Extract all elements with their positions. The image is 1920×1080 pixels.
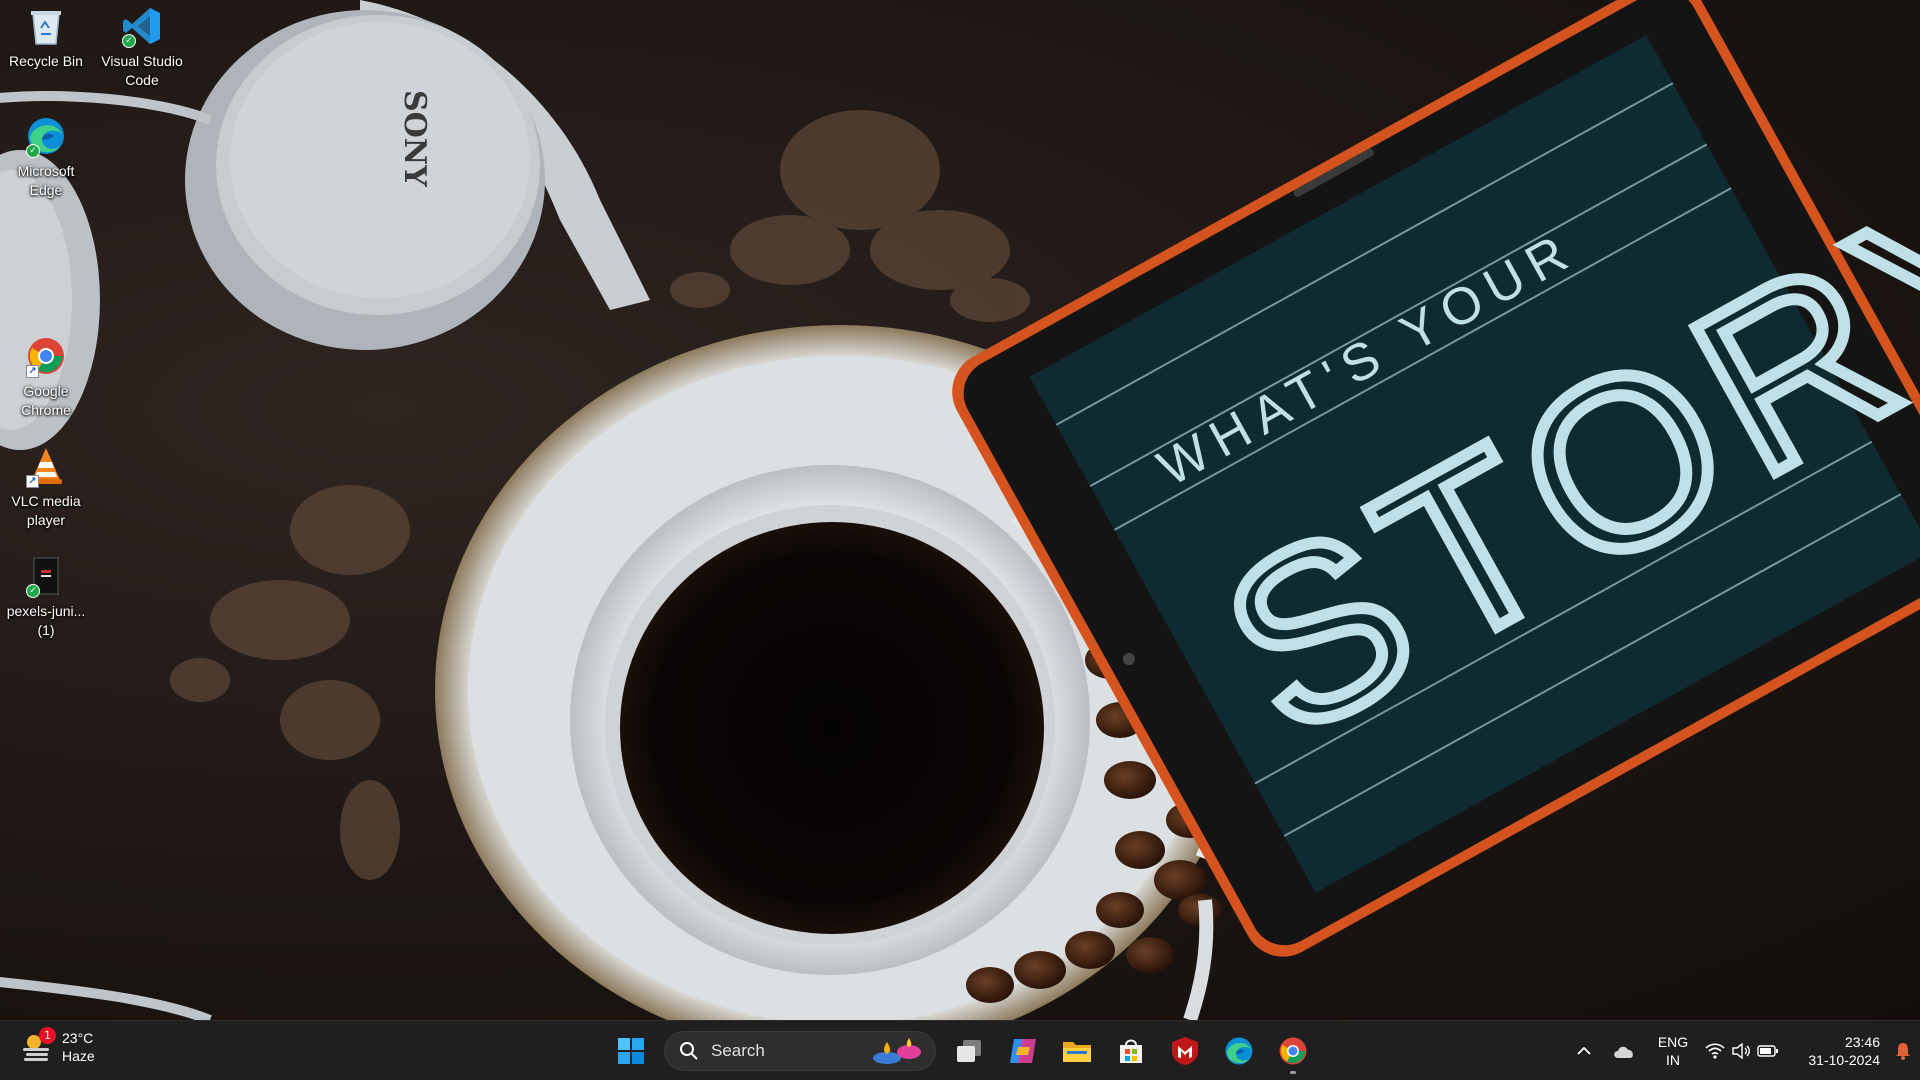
desktop-icon-recycle-bin[interactable]: Recycle Bin — [0, 4, 92, 71]
edge-icon — [1225, 1037, 1253, 1065]
edge-icon: ✓ — [24, 114, 68, 158]
haze-weather-icon: 1 — [20, 1027, 56, 1064]
shortcut-arrow-icon: ↗ — [26, 475, 39, 488]
store-icon — [1120, 1039, 1142, 1063]
task-view-button[interactable] — [944, 1027, 994, 1075]
desktop-icon-vscode[interactable]: ✓ Visual Studio Code — [96, 4, 188, 90]
desktop-icon-label: Microsoft Edge — [17, 163, 75, 198]
mcafee-button[interactable] — [1160, 1027, 1210, 1075]
sync-status-icon: ✓ — [26, 584, 40, 598]
weather-widget[interactable]: 1 23°C Haze — [20, 1027, 95, 1065]
notification-bell-icon — [1896, 1043, 1910, 1060]
weather-condition: Haze — [62, 1048, 95, 1064]
sync-status-icon: ✓ — [122, 34, 136, 48]
chrome-icon — [1279, 1037, 1307, 1065]
desktop-icon-label: VLC media player — [11, 493, 81, 528]
desktop-icon-label: pexels-juni... (1) — [6, 603, 86, 638]
battery-icon — [1757, 1045, 1778, 1057]
vlc-icon: ↗ — [24, 444, 68, 488]
taskbar-search-box[interactable]: Search — [664, 1031, 936, 1071]
recycle-bin-icon — [24, 4, 68, 48]
headphone-brand-text: SONY — [397, 90, 432, 187]
onedrive-button[interactable] — [1602, 1031, 1646, 1071]
task-view-icon — [957, 1040, 981, 1062]
clock-time: 23:46 — [1844, 1034, 1880, 1050]
windows-logo-icon — [618, 1038, 644, 1064]
file-explorer-button[interactable] — [1052, 1027, 1102, 1075]
search-placeholder: Search — [711, 1041, 765, 1060]
chevron-up-icon — [1577, 1046, 1591, 1055]
copilot-icon — [1010, 1039, 1036, 1063]
clock-date: 31-10-2024 — [1808, 1052, 1880, 1068]
clock-button[interactable]: 23:46 31-10-2024 — [1784, 1031, 1880, 1071]
folder-icon — [1063, 1042, 1091, 1062]
image-file-icon: ✓ — [24, 554, 68, 598]
desktop-icon-pexels-file[interactable]: ✓ pexels-juni... (1) — [0, 554, 92, 640]
desktop-icon-label: Recycle Bin — [9, 53, 83, 69]
desktop-icon-edge[interactable]: ✓ Microsoft Edge — [0, 114, 92, 200]
wallpaper-art: SONY WHAT'S YOUR STORY — [0, 0, 1920, 1020]
edge-taskbar-button[interactable] — [1214, 1027, 1264, 1075]
show-hidden-icons-button[interactable] — [1566, 1031, 1602, 1071]
desktop-icon-chrome[interactable]: ↗ Google Chrome — [0, 334, 92, 420]
quick-settings-button[interactable] — [1700, 1031, 1784, 1071]
desktop-icon-label: Visual Studio Code — [101, 53, 183, 88]
notifications-button[interactable] — [1886, 1031, 1920, 1071]
language-indicator[interactable]: ENG IN — [1646, 1031, 1700, 1071]
mcafee-icon — [1172, 1037, 1198, 1065]
search-highlight-diya-icon — [873, 1038, 921, 1064]
desktop-wallpaper: SONY WHAT'S YOUR STORY — [0, 0, 1920, 1020]
onedrive-cloud-icon — [1614, 1046, 1633, 1058]
vscode-icon: ✓ — [120, 4, 164, 48]
system-tray: ENG IN 23:46 31-10-2024 — [1566, 1021, 1920, 1080]
taskbar-center: Search — [604, 1021, 1320, 1080]
chrome-icon: ↗ — [24, 334, 68, 378]
weather-notification-badge: 1 — [39, 1027, 56, 1044]
shortcut-arrow-icon: ↗ — [26, 365, 39, 378]
region-code: IN — [1666, 1052, 1680, 1068]
desktop-icon-label: Google Chrome — [21, 383, 71, 418]
desktop-icon-vlc[interactable]: ↗ VLC media player — [0, 444, 92, 530]
sync-status-icon: ✓ — [26, 144, 40, 158]
taskbar: 1 23°C Haze Search ENG IN 23:46 31-10-20… — [0, 1020, 1920, 1080]
copilot-button[interactable] — [998, 1027, 1048, 1075]
microsoft-store-button[interactable] — [1106, 1027, 1156, 1075]
search-icon — [680, 1042, 698, 1060]
start-button[interactable] — [606, 1027, 656, 1075]
volume-icon — [1732, 1043, 1750, 1059]
chrome-taskbar-button[interactable] — [1268, 1027, 1318, 1075]
wifi-icon — [1705, 1043, 1725, 1059]
weather-temperature: 23°C — [62, 1030, 94, 1046]
language-code: ENG — [1657, 1034, 1689, 1050]
